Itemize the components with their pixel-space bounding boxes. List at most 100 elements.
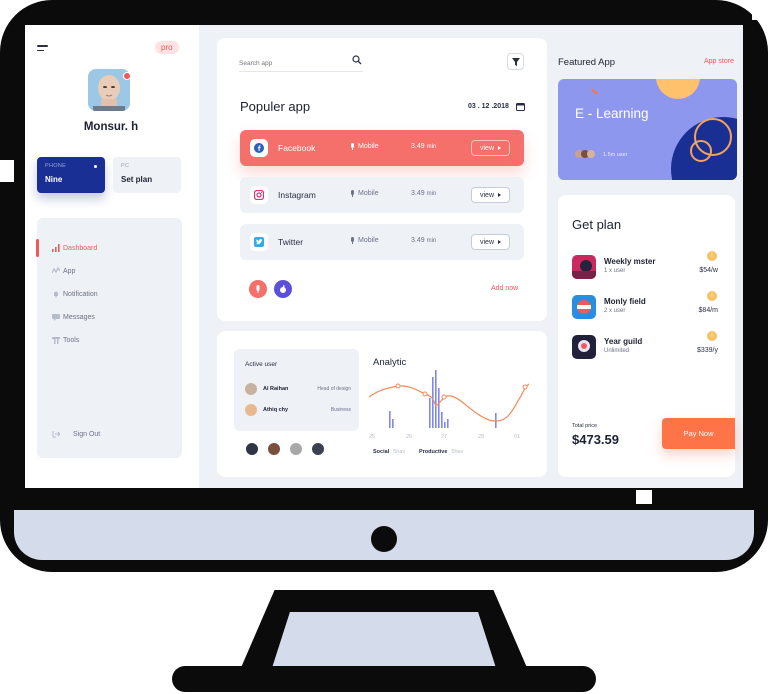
facebook-logo-icon [250, 139, 268, 157]
app-time-unit: min [426, 191, 437, 197]
sidebar-item-notification[interactable]: Notification [37, 285, 182, 303]
device-pc-label: PC [121, 163, 130, 169]
sidebar-item-messages[interactable]: Messages [37, 308, 182, 326]
app-row-twitter[interactable]: Twitter Mobile 3.49 min view [240, 224, 524, 260]
online-indicator [123, 72, 131, 80]
sidebar: pro Monsur. h PHONE Nine PC Set plan Das… [25, 25, 199, 488]
sign-out-button[interactable]: Sign Out [37, 425, 182, 443]
legend-label: Social [373, 449, 390, 455]
nav-panel: Dashboard App Notification Messages Tool… [36, 218, 182, 458]
analytic-chart: 25 26 27 28 01 [369, 370, 530, 438]
bezel-gap-left [0, 160, 14, 182]
view-button[interactable]: view [471, 234, 510, 250]
app-name: Twitter [278, 237, 304, 247]
app-time-value: 3.49 [411, 190, 425, 197]
add-now-link[interactable]: Add now [491, 285, 518, 292]
legend-note: 5hav [393, 449, 406, 455]
app-row-instagram[interactable]: Instagram Mobile 3.49 min view [240, 177, 524, 213]
x-tick-label: 28 [478, 434, 484, 438]
app-type-label: Mobile [358, 237, 379, 244]
pay-now-button[interactable]: Pay Now [662, 418, 735, 449]
app-time-value: 3.49 [411, 143, 425, 150]
plan-users: Unlimited [604, 348, 630, 354]
sidebar-item-tools[interactable]: Tools [37, 331, 182, 349]
app-time: 3.49 min [411, 190, 436, 197]
sidebar-item-label: Dashboard [63, 244, 98, 252]
legend-productive: Productive 5hav [419, 449, 463, 455]
sidebar-item-label: Messages [63, 313, 95, 321]
featured-app-card[interactable]: E - Learning 1.5m user [558, 79, 737, 180]
sidebar-item-dashboard[interactable]: Dashboard [36, 239, 182, 257]
view-button[interactable]: view [471, 140, 510, 156]
analytic-title: Analytic [373, 357, 407, 368]
x-tick-label: 01 [514, 434, 520, 438]
legend-social: Social 5hav [373, 449, 405, 455]
app-row-facebook[interactable]: Facebook Mobile 3.49 min view [240, 130, 524, 166]
app-type: Mobile [350, 143, 379, 150]
chevron-right-icon [498, 146, 501, 150]
plan-name: Weekly mster [604, 257, 656, 266]
search-icon[interactable] [352, 55, 362, 65]
mic-icon [351, 190, 354, 197]
user-row[interactable]: Athiq chy Business [245, 404, 351, 418]
plan-item[interactable]: Monly field 2 x user ! $84/m [572, 291, 718, 321]
dashboard-screen: pro Monsur. h PHONE Nine PC Set plan Das… [25, 25, 743, 488]
avatar [245, 383, 257, 395]
device-pc-value: Set plan [121, 175, 153, 184]
friend-avatar[interactable] [289, 442, 303, 456]
bezel-gap-bottom [636, 490, 652, 504]
monitor-base [172, 666, 596, 692]
add-apple-button[interactable] [274, 280, 292, 298]
plan-image [572, 335, 596, 359]
app-type: Mobile [350, 237, 379, 244]
plan-item[interactable]: Weekly mster 1 x user ! $54/w [572, 251, 718, 281]
friend-avatar[interactable] [245, 442, 259, 456]
twitter-logo-icon [250, 233, 268, 251]
x-tick-label: 27 [441, 434, 447, 438]
sidebar-item-app[interactable]: App [37, 262, 182, 280]
user-role: Business [330, 407, 351, 413]
plan-price: $84/m [698, 307, 718, 314]
app-time-value: 3.49 [411, 237, 425, 244]
view-button[interactable]: view [471, 187, 510, 203]
plan-title: Get plan [572, 217, 622, 232]
user-name: Athiq chy [263, 407, 289, 413]
device-phone-value: Nine [45, 175, 63, 184]
chevron-right-icon [498, 193, 501, 197]
filter-button[interactable] [507, 53, 524, 70]
pro-badge: pro [155, 41, 179, 54]
view-label: view [480, 191, 495, 199]
analytic-point [522, 384, 528, 390]
hamburger-menu-icon[interactable] [37, 45, 48, 54]
add-mic-button[interactable] [249, 280, 267, 298]
featured-users: 1.5m user [603, 152, 628, 158]
app-store-link[interactable]: App store [704, 58, 734, 65]
bezel-gap-top [752, 10, 768, 20]
coin-icon: ! [707, 331, 717, 341]
x-tick-label: 25 [369, 434, 375, 438]
device-pc-card[interactable]: PC Set plan [113, 157, 181, 193]
app-type-label: Mobile [358, 143, 379, 150]
device-phone-card[interactable]: PHONE Nine [37, 157, 105, 193]
total-label: Total price [572, 423, 598, 429]
instagram-logo-icon [250, 186, 268, 204]
plan-price: $54/w [699, 267, 718, 274]
sign-out-icon [52, 431, 60, 438]
analytic-point [441, 394, 447, 400]
wave-icon [52, 267, 60, 274]
calendar-icon[interactable] [516, 102, 525, 111]
app-name: Instagram [278, 190, 316, 200]
plan-users: 1 x user [604, 268, 626, 274]
search-input[interactable] [239, 56, 363, 72]
user-row[interactable]: Al Raihan Head of design [245, 383, 351, 397]
friend-avatar[interactable] [311, 442, 325, 456]
plan-item[interactable]: Year guild Unlimited ! $339/y [572, 331, 718, 361]
page-title: Populer app [240, 99, 311, 114]
selected-dot [94, 165, 97, 168]
camera-dot [371, 526, 397, 552]
bell-icon [54, 291, 58, 298]
app-time-unit: min [426, 238, 437, 244]
app-type-label: Mobile [358, 190, 379, 197]
sidebar-item-label: Notification [63, 290, 98, 298]
friend-avatar[interactable] [267, 442, 281, 456]
